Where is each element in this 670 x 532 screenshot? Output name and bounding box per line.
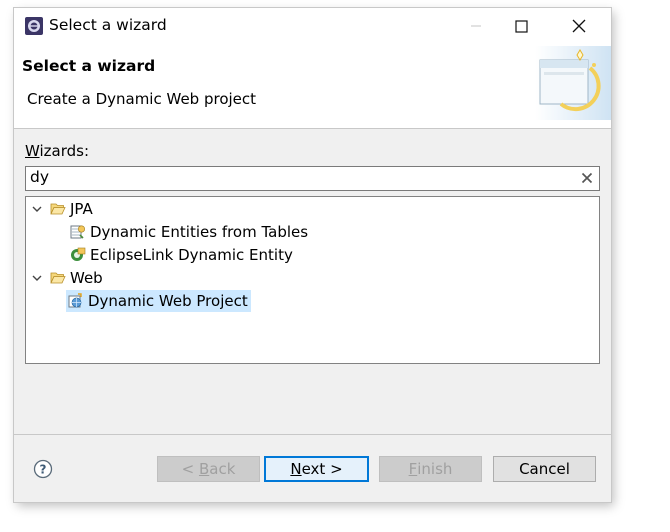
tree-item-label: EclipseLink Dynamic Entity: [90, 246, 293, 264]
help-icon[interactable]: ?: [33, 459, 53, 479]
tree-item-dynamic-entities[interactable]: Dynamic Entities from Tables: [70, 221, 308, 243]
tree-group-web[interactable]: Web: [30, 267, 103, 289]
cancel-button[interactable]: Cancel: [493, 456, 596, 482]
filter-value: dy: [30, 168, 50, 186]
maximize-button[interactable]: [498, 8, 544, 44]
svg-text:?: ?: [40, 463, 47, 477]
tree-item-dynamic-web-project[interactable]: Dynamic Web Project: [66, 290, 251, 312]
selection-highlight: Dynamic Web Project: [66, 290, 251, 312]
tree-group-label: JPA: [70, 200, 93, 218]
minimize-button[interactable]: [453, 8, 499, 44]
tree-item-label: Dynamic Entities from Tables: [90, 223, 309, 241]
minimize-icon: [471, 25, 481, 27]
entity-tables-icon: [70, 225, 86, 239]
header-description: Create a Dynamic Web project: [27, 90, 257, 108]
header-title: Select a wizard: [22, 57, 156, 75]
wizard-tree[interactable]: JPA Dynamic Entities from Tables Eclipse…: [25, 196, 600, 364]
maximize-icon: [514, 19, 528, 33]
tree-item-eclipselink-entity[interactable]: EclipseLink Dynamic Entity: [70, 244, 293, 266]
web-project-icon: [68, 293, 82, 308]
wizard-filter-input[interactable]: dy: [25, 166, 600, 191]
wizard-header: Select a wizard Create a Dynamic Web pro…: [14, 46, 611, 129]
close-button[interactable]: [556, 8, 602, 44]
folder-open-icon: [50, 203, 66, 215]
folder-open-icon: [50, 272, 66, 284]
chevron-down-icon[interactable]: [30, 202, 44, 216]
finish-button[interactable]: Finish: [379, 456, 482, 482]
window-title: Select a wizard: [49, 16, 167, 34]
wizard-dialog: Select a wizard Select a wizard Create a…: [14, 8, 611, 502]
back-button[interactable]: < Back: [157, 456, 260, 482]
tree-group-label: Web: [70, 269, 103, 287]
wizards-label: Wizards:: [25, 142, 90, 160]
button-bar-separator: [14, 434, 611, 435]
eclipselink-entity-icon: [71, 247, 86, 261]
chevron-down-icon[interactable]: [30, 271, 44, 285]
wizard-banner-icon: [535, 46, 611, 120]
tree-item-label: Dynamic Web Project: [88, 292, 248, 310]
clear-filter-icon[interactable]: [580, 171, 594, 185]
eclipse-app-icon: [25, 17, 43, 35]
next-button[interactable]: Next >: [264, 456, 369, 482]
title-bar: Select a wizard: [14, 8, 611, 46]
tree-group-jpa[interactable]: JPA: [30, 198, 93, 220]
close-icon: [572, 19, 586, 33]
